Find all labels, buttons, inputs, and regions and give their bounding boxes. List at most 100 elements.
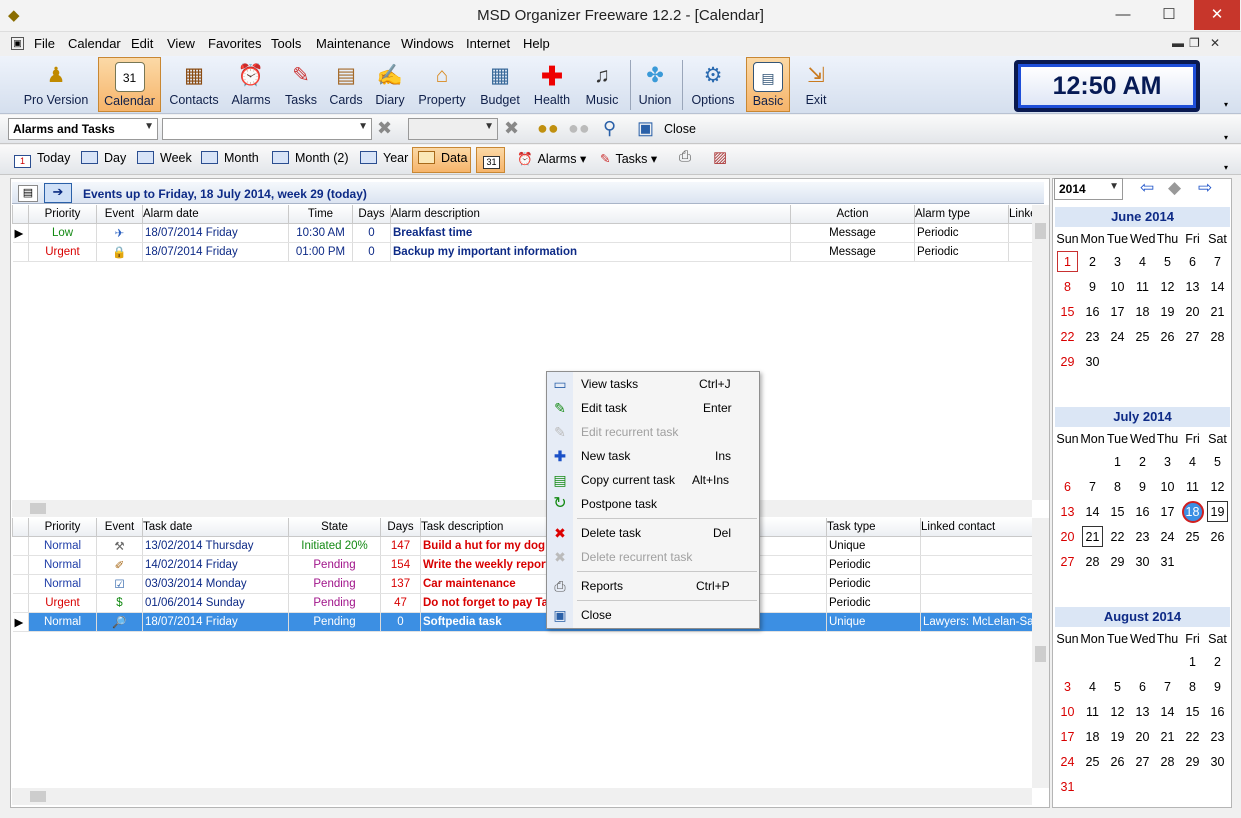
calendar-day[interactable]: 2 — [1130, 449, 1155, 474]
calendar-day[interactable]: 12 — [1155, 274, 1180, 299]
mdi-close-button[interactable]: ✕ — [1210, 36, 1220, 50]
calendar-day[interactable]: 20 — [1130, 724, 1155, 749]
calendar-day[interactable]: 18 — [1080, 724, 1105, 749]
selected-table-row[interactable]: ▶ Normal 🔎 18/07/2014 Friday Pending 0 S… — [12, 612, 1033, 632]
calendar-day[interactable]: 27 — [1180, 324, 1205, 349]
calendar-day[interactable]: 25 — [1180, 524, 1205, 549]
calendar-day[interactable]: 15 — [1180, 699, 1205, 724]
calendar-day[interactable]: 28 — [1205, 324, 1230, 349]
calendar-day[interactable]: 23 — [1205, 724, 1230, 749]
calendar-day[interactable]: 2 — [1205, 649, 1230, 674]
tasks-horizontal-scrollbar[interactable] — [12, 788, 1032, 805]
year-view-button[interactable]: Year — [360, 151, 408, 165]
calendar-day[interactable]: 12 — [1205, 474, 1230, 499]
calendar-day[interactable]: 1 — [1180, 649, 1205, 674]
minimize-button[interactable]: — — [1100, 0, 1146, 30]
calendar-day[interactable]: 8 — [1105, 474, 1130, 499]
calendar-day[interactable]: 27 — [1055, 549, 1080, 574]
calendar-day[interactable]: 26 — [1155, 324, 1180, 349]
calendar-day[interactable]: 24 — [1105, 324, 1130, 349]
calendar-day[interactable]: 14 — [1080, 499, 1105, 524]
calendar-day[interactable]: 15 — [1105, 499, 1130, 524]
alarms-dropdown[interactable]: ⏰ Alarms ▾ — [517, 151, 586, 167]
calendar-day[interactable]: 7 — [1080, 474, 1105, 499]
calendar-day[interactable]: 14 — [1205, 274, 1230, 299]
basic-button[interactable]: ▤ Basic — [746, 57, 790, 112]
calendar-day[interactable]: 23 — [1130, 524, 1155, 549]
calendar-day[interactable]: 31 — [1055, 774, 1080, 799]
menu-edit[interactable]: Edit — [131, 36, 153, 51]
calendar-day[interactable]: 22 — [1055, 324, 1080, 349]
calendar-day[interactable]: 13 — [1055, 499, 1080, 524]
calendar-day[interactable]: 5 — [1105, 674, 1130, 699]
menu-maintenance[interactable]: Maintenance — [316, 36, 390, 51]
menu-help[interactable]: Help — [523, 36, 550, 51]
menu-file[interactable]: File — [34, 36, 55, 51]
month2-view-button[interactable]: Month (2) — [272, 151, 349, 165]
menu-windows[interactable]: Windows — [401, 36, 454, 51]
calendar-day[interactable]: 16 — [1080, 299, 1105, 324]
calendar-day[interactable]: 20 — [1180, 299, 1205, 324]
calendar-day[interactable]: 1 — [1105, 449, 1130, 474]
year-select[interactable]: 2014 ▼ — [1054, 178, 1123, 200]
calendar-day[interactable]: 21 — [1205, 299, 1230, 324]
table-row[interactable]: Urgent 🔒 18/07/2014 Friday 01:00 PM 0 Ba… — [12, 242, 1033, 262]
menu-favorites[interactable]: Favorites — [208, 36, 261, 51]
calendar-day[interactable]: 9 — [1205, 674, 1230, 699]
navigate-arrow-icon[interactable]: ➔ — [44, 183, 72, 203]
day-view-button[interactable]: Day — [81, 151, 126, 165]
col-priority[interactable]: Priority — [28, 205, 97, 224]
calendar-day[interactable]: 30 — [1080, 349, 1105, 374]
col-linked-contact[interactable]: Linked contact — [920, 518, 1033, 537]
week-view-button[interactable]: Week — [137, 151, 192, 165]
calendar-day[interactable]: 19 — [1205, 499, 1230, 524]
table-row[interactable]: Normal ✐ 14/02/2014 Friday Pending 154 W… — [12, 555, 1033, 575]
tasks-button[interactable]: ✎ Tasks — [279, 57, 323, 112]
selected-calendar-day[interactable]: 18 — [1180, 499, 1205, 524]
group-icon[interactable]: ●● — [537, 118, 559, 139]
calendar-day[interactable]: 31 — [1155, 549, 1180, 574]
calendar-day[interactable]: 19 — [1155, 299, 1180, 324]
col-event[interactable]: Event — [96, 518, 143, 537]
clear-secondary-icon[interactable]: ✖ — [504, 118, 519, 139]
col-alarm-type[interactable]: Alarm type — [914, 205, 1009, 224]
options-button[interactable]: ⚙ Options — [686, 57, 740, 112]
print-icon[interactable]: ⎙ — [679, 148, 691, 165]
scroll-thumb[interactable] — [1035, 223, 1046, 239]
calendar-day[interactable]: 6 — [1130, 674, 1155, 699]
calendar-day[interactable]: 4 — [1080, 674, 1105, 699]
mdi-minimize-button[interactable]: ▬ — [1172, 36, 1184, 50]
search-combo[interactable]: ▼ — [162, 118, 372, 140]
calendar-day[interactable]: 11 — [1180, 474, 1205, 499]
calendar-day[interactable]: 24 — [1155, 524, 1180, 549]
viewbar-overflow-icon[interactable]: ▾ — [1224, 163, 1228, 172]
calendar-day[interactable]: 7 — [1155, 674, 1180, 699]
calendar-day[interactable]: 8 — [1180, 674, 1205, 699]
calendar-day[interactable]: 13 — [1130, 699, 1155, 724]
col-task-type[interactable]: Task type — [826, 518, 921, 537]
tasks-vertical-scrollbar[interactable] — [1032, 518, 1049, 788]
calendar-day[interactable]: 30 — [1205, 749, 1230, 774]
col-linked[interactable]: Linked — [1008, 205, 1033, 224]
calendar-day[interactable]: 21 — [1155, 724, 1180, 749]
secondary-combo[interactable]: ▼ — [408, 118, 498, 140]
calendar-day[interactable]: 4 — [1130, 249, 1155, 274]
alarms-horizontal-scrollbar[interactable] — [12, 500, 1032, 517]
clear-filter-icon[interactable]: ✖ — [377, 118, 392, 139]
col-action[interactable]: Action — [790, 205, 915, 224]
calendar-day[interactable]: 11 — [1130, 274, 1155, 299]
calendar-day[interactable]: 20 — [1055, 524, 1080, 549]
cards-button[interactable]: ▤ Cards — [326, 57, 366, 112]
calendar-day[interactable]: 11 — [1080, 699, 1105, 724]
table-row[interactable]: Normal ☑ 03/03/2014 Monday Pending 137 C… — [12, 574, 1033, 594]
calendar-day[interactable]: 21 — [1080, 524, 1105, 549]
mdi-restore-button[interactable]: ❐ — [1189, 36, 1200, 50]
col-state[interactable]: State — [288, 518, 381, 537]
next-month-icon[interactable]: ⇨ — [1198, 178, 1212, 198]
table-row[interactable]: Urgent $ 01/06/2014 Sunday Pending 47 Do… — [12, 593, 1033, 613]
calendar-day[interactable]: 5 — [1155, 249, 1180, 274]
col-days[interactable]: Days — [352, 205, 391, 224]
menu-new-task[interactable]: New task — [581, 449, 630, 463]
col-alarm-date[interactable]: Alarm date — [142, 205, 289, 224]
calendar-day[interactable]: 8 — [1055, 274, 1080, 299]
